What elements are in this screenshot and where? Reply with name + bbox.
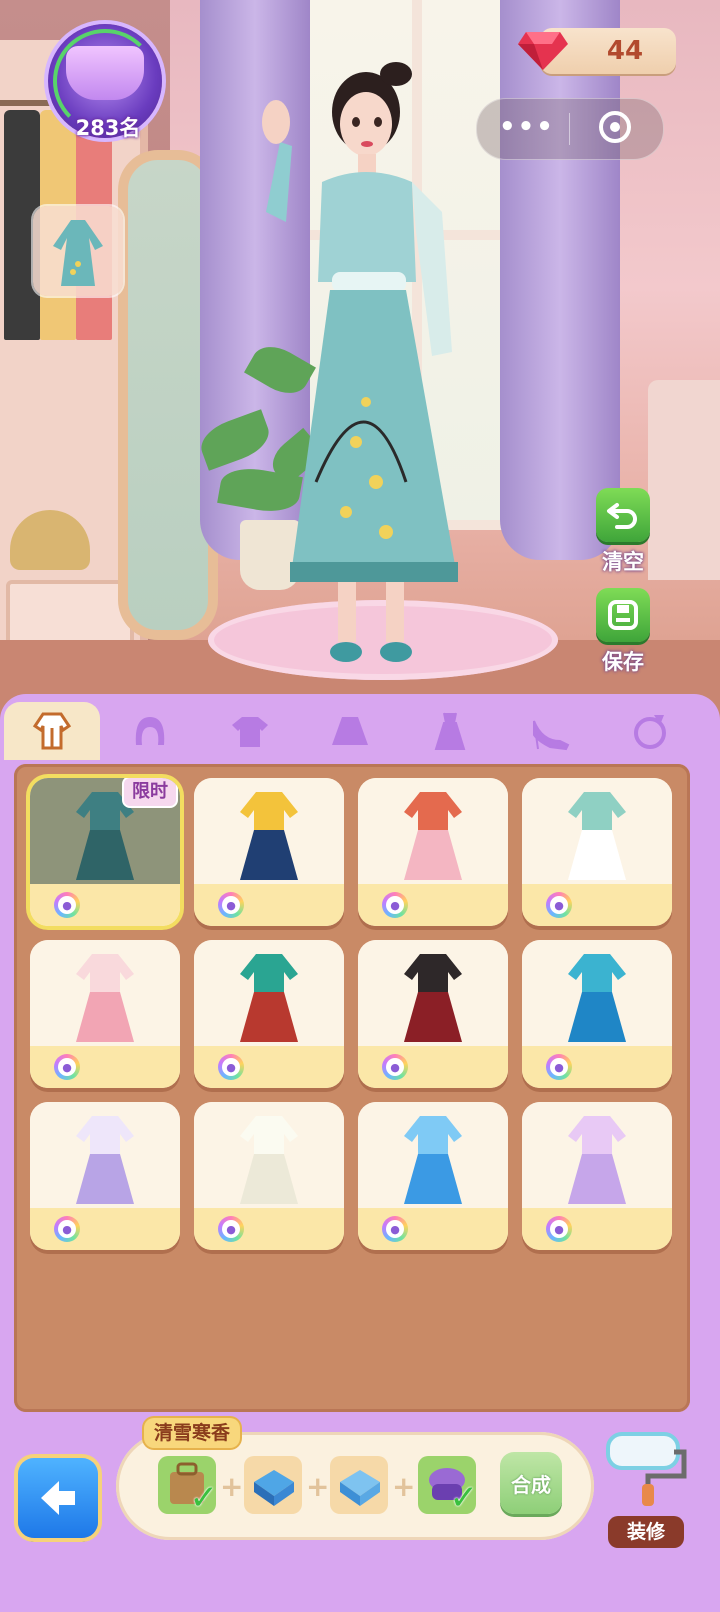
- character-avatar[interactable]: [246, 62, 476, 672]
- handbag: [10, 510, 90, 570]
- close-target-icon[interactable]: [599, 111, 631, 143]
- side-table: [648, 380, 720, 580]
- tab-accessory[interactable]: [602, 702, 698, 760]
- shirt-color-icon: ●: [218, 1054, 244, 1080]
- shirt-icon: [232, 717, 268, 747]
- outfit-item-card[interactable]: ● 限时: [30, 778, 180, 926]
- shirt-color-icon: ●: [546, 1216, 572, 1242]
- outfit-item-card[interactable]: ●: [522, 940, 672, 1088]
- decorate-label[interactable]: 装修: [608, 1516, 684, 1548]
- back-button[interactable]: [18, 1458, 98, 1538]
- save-label: 保存: [602, 650, 644, 674]
- tab-skirt[interactable]: [302, 702, 398, 760]
- curtain-right: [500, 0, 620, 560]
- craft-piece-1[interactable]: ✓: [158, 1456, 218, 1518]
- plus-icon: +: [306, 1470, 330, 1503]
- outfit-item-card[interactable]: ●: [194, 778, 344, 926]
- category-tabs: [0, 700, 720, 764]
- system-bar: [0, 1566, 720, 1612]
- crown-icon: [66, 46, 144, 100]
- craft-piece-4[interactable]: ✓: [418, 1456, 478, 1518]
- outfit-item-card[interactable]: ●: [194, 1102, 344, 1250]
- outfit-item-icon: [568, 1116, 626, 1204]
- craft-piece-3[interactable]: [330, 1456, 388, 1514]
- shirt-color-icon: ●: [218, 892, 244, 918]
- outfit-dress-icon: [53, 220, 103, 286]
- outfit-item-icon: [240, 954, 298, 1042]
- outfit-item-card[interactable]: ●: [522, 1102, 672, 1250]
- outfit-item-icon: [240, 1116, 298, 1204]
- outfit-item-icon: [568, 954, 626, 1042]
- outfit-item-icon: [76, 954, 134, 1042]
- tab-top[interactable]: [202, 702, 298, 760]
- outfit-item-icon: [404, 792, 462, 880]
- blue-box-icon: [254, 1470, 294, 1506]
- save-icon: [596, 588, 650, 642]
- undo-icon: [596, 488, 650, 542]
- hair-icon: [135, 717, 165, 745]
- shirt-color-icon: ●: [54, 1216, 80, 1242]
- tab-dress[interactable]: [402, 702, 498, 760]
- skirt-icon: [332, 717, 368, 745]
- shirt-color-icon: ●: [54, 1054, 80, 1080]
- blue-box-icon: [340, 1470, 380, 1506]
- rank-text: 283名: [75, 116, 141, 140]
- shirt-color-icon: ●: [382, 1216, 408, 1242]
- check-icon: ✓: [189, 1478, 219, 1518]
- tab-outfit[interactable]: [4, 702, 100, 760]
- outfit-icon: [32, 712, 72, 750]
- clear-button[interactable]: 清空: [596, 488, 650, 576]
- dress-icon: [434, 712, 466, 750]
- shirt-color-icon: ●: [546, 1054, 572, 1080]
- gem-count: 44: [606, 36, 644, 66]
- shirt-color-icon: ●: [546, 892, 572, 918]
- tab-shoes[interactable]: [502, 702, 598, 760]
- outfit-item-card[interactable]: ●: [358, 940, 508, 1088]
- outfit-item-icon: [568, 792, 626, 880]
- outfit-item-icon: [404, 954, 462, 1042]
- high-heel-icon: [533, 720, 570, 751]
- shirt-color-icon: ●: [382, 1054, 408, 1080]
- plus-icon: +: [392, 1470, 416, 1503]
- mini-program-capsule: •••: [476, 98, 664, 160]
- limited-badge: 限时: [122, 778, 178, 808]
- craft-piece-2[interactable]: [244, 1456, 302, 1514]
- tab-hair[interactable]: [102, 702, 198, 760]
- outfit-item-icon: [404, 1116, 462, 1204]
- paint-roller-icon[interactable]: [604, 1426, 690, 1506]
- arrow-left-icon: [41, 1481, 75, 1515]
- shirt-color-icon: ●: [382, 892, 408, 918]
- check-icon: ✓: [449, 1478, 479, 1518]
- outfit-item-icon: [76, 1116, 134, 1204]
- outfit-item-card[interactable]: ●: [194, 940, 344, 1088]
- outfit-item-card[interactable]: ●: [522, 778, 672, 926]
- clear-label: 清空: [602, 550, 644, 574]
- shirt-color-icon: ●: [54, 892, 80, 918]
- outfit-item-card[interactable]: ●: [358, 778, 508, 926]
- plus-icon: +: [220, 1470, 244, 1503]
- current-outfit-thumbnail[interactable]: [33, 206, 123, 296]
- outfit-item-icon: [240, 792, 298, 880]
- save-button[interactable]: 保存: [596, 588, 650, 676]
- outfit-item-card[interactable]: ●: [30, 940, 180, 1088]
- more-icon[interactable]: •••: [499, 114, 553, 143]
- craft-button[interactable]: 合成: [500, 1452, 562, 1514]
- outfit-item-card[interactable]: ●: [358, 1102, 508, 1250]
- shirt-color-icon: ●: [218, 1216, 244, 1242]
- set-name: 清雪寒香: [144, 1418, 241, 1448]
- outfit-item-card[interactable]: ●: [30, 1102, 180, 1250]
- accessory-icon: [634, 715, 666, 749]
- gem-icon: [518, 32, 568, 70]
